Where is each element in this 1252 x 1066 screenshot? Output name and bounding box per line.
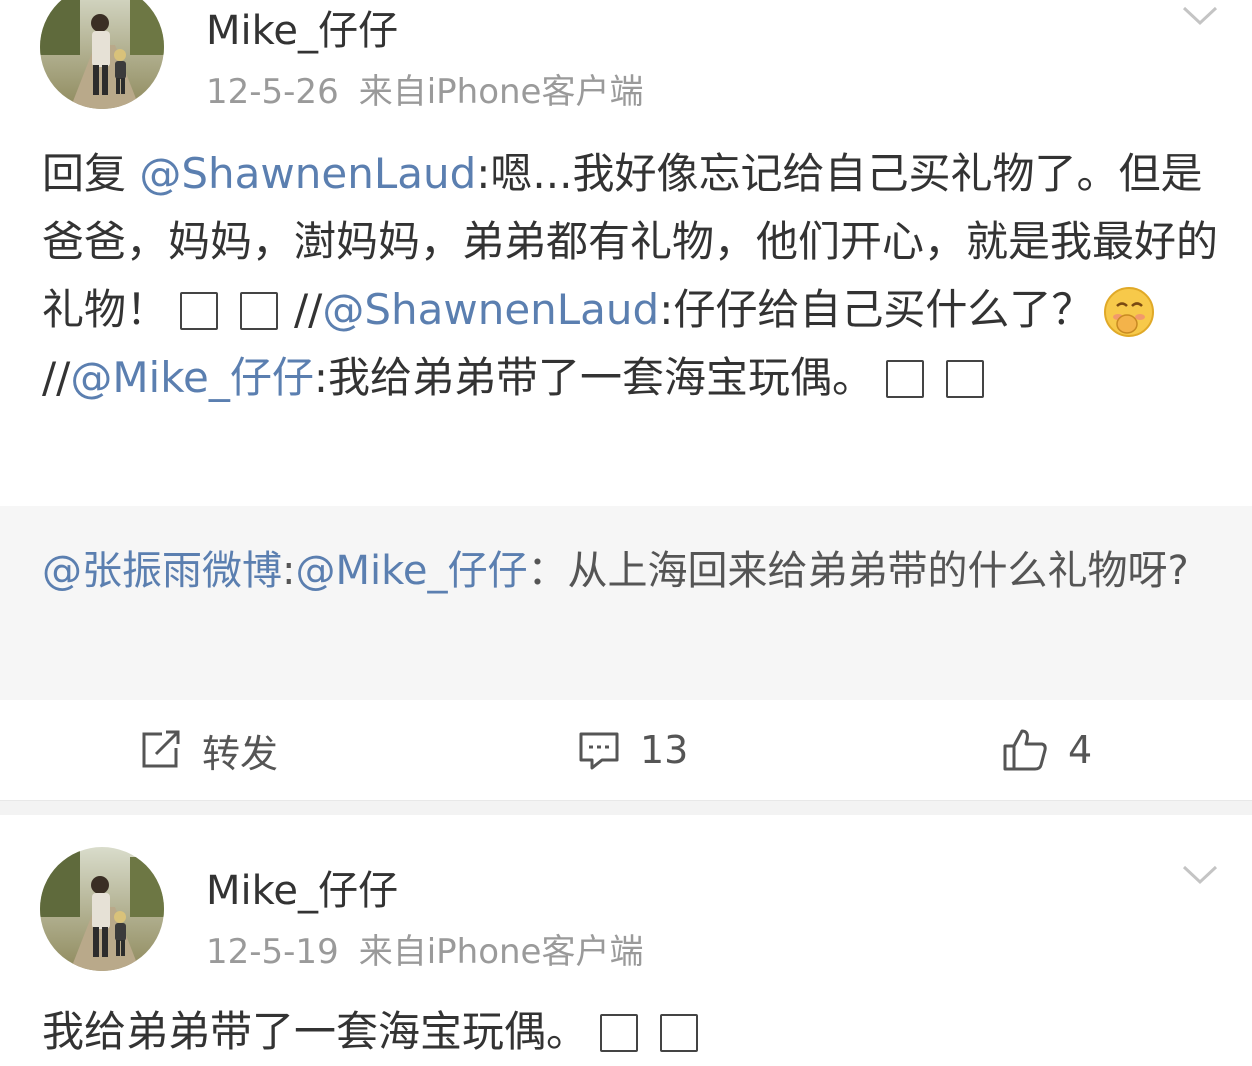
avatar[interactable]: [40, 0, 164, 109]
post-body: 我给弟弟带了一套海宝玩偶。: [42, 998, 1222, 1066]
missing-glyph-box: [240, 292, 279, 330]
missing-glyph-box: [946, 360, 985, 398]
quoted-comment-text: @张振雨微博:@Mike_仔仔：从上海回来给弟弟带的什么礼物呀?: [42, 539, 1222, 603]
post-source: 来自iPhone客户端: [358, 932, 644, 972]
quoted-comment[interactable]: @张振雨微博:@Mike_仔仔：从上海回来给弟弟带的什么礼物呀?: [0, 506, 1252, 700]
repost-separator: //: [294, 285, 323, 334]
body-segment: 我给弟弟带了一套海宝玩偶。: [42, 1007, 589, 1056]
username[interactable]: Mike_仔仔: [206, 858, 398, 916]
avatar[interactable]: [40, 847, 164, 971]
quote-segment: ：从上海回来给弟弟带的什么礼物呀?: [527, 548, 1189, 594]
like-button[interactable]: 4: [1002, 726, 1092, 774]
body-segment: :我给弟弟带了一套海宝玩偶。: [313, 353, 875, 402]
mention-link[interactable]: @张振雨微博: [42, 548, 282, 594]
thumbs-up-icon: [1003, 729, 1047, 771]
comment-button[interactable]: 13: [578, 726, 688, 774]
post-source: 来自iPhone客户端: [358, 72, 644, 112]
missing-glyph-box: [886, 360, 925, 398]
repost-separator: //: [42, 353, 71, 402]
action-bar: 转发 13 4: [0, 700, 1252, 800]
shy-face-emoji: [1103, 286, 1155, 338]
username[interactable]: Mike_仔仔: [206, 0, 398, 56]
mention-link[interactable]: @Mike_仔仔: [70, 353, 314, 402]
chevron-down-icon[interactable]: [1182, 5, 1218, 27]
chevron-down-icon[interactable]: [1182, 864, 1218, 886]
post-meta: 12-5-19 来自iPhone客户端: [206, 924, 643, 973]
post-date: 12-5-26: [206, 72, 339, 112]
mention-link[interactable]: @ShawnenLaud: [139, 149, 476, 198]
mention-link[interactable]: @ShawnenLaud: [322, 285, 659, 334]
post-meta: 12-5-26 来自iPhone客户端: [206, 64, 643, 113]
comment-icon: [579, 732, 619, 770]
forward-icon: [142, 730, 180, 768]
forward-button[interactable]: 转发: [140, 726, 278, 776]
post-date: 12-5-19: [206, 932, 339, 972]
post-body: 回复 @ShawnenLaud:嗯...我好像忘记给自己买礼物了。但是爸爸，妈妈…: [42, 140, 1222, 412]
mention-link[interactable]: @Mike_仔仔: [295, 548, 527, 594]
missing-glyph-box: [180, 292, 219, 330]
comment-count: 13: [640, 728, 689, 772]
missing-glyph-box: [600, 1014, 639, 1052]
weibo-post: Mike_仔仔 12-5-19 来自iPhone客户端 我给弟弟带了一套海宝玩偶。: [0, 814, 1252, 1065]
forward-label: 转发: [202, 731, 279, 776]
body-segment: :仔仔给自己买什么了？: [659, 285, 1094, 334]
missing-glyph-box: [660, 1014, 699, 1052]
like-count: 4: [1068, 728, 1093, 772]
post-divider: [0, 800, 1252, 815]
quote-segment: :: [282, 548, 296, 594]
reply-prefix: 回复: [42, 149, 127, 198]
weibo-post: Mike_仔仔 12-5-26 来自iPhone客户端 回复 @ShawnenLa…: [0, 0, 1252, 815]
